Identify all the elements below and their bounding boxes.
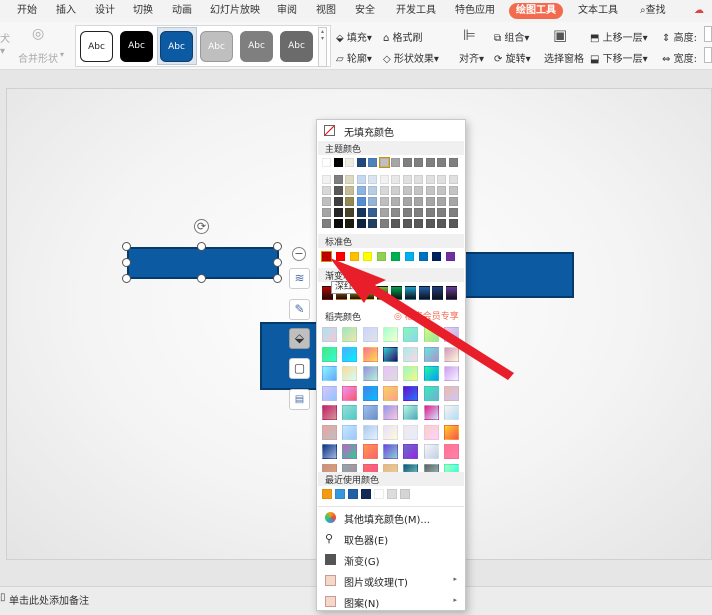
annotation-arrow-icon <box>330 258 514 380</box>
